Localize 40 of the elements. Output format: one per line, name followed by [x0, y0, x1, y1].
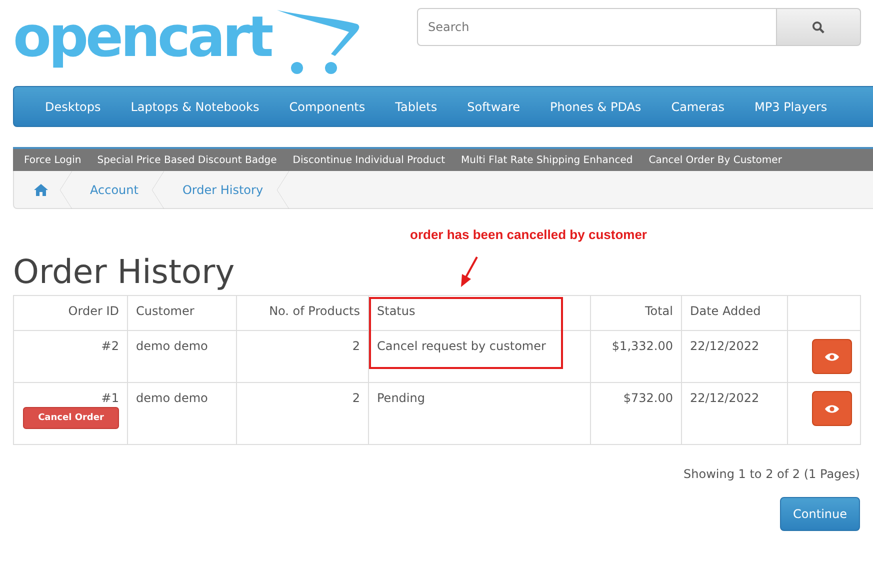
menu-item[interactable]: Software: [452, 100, 536, 114]
column-header: Order ID: [68, 304, 119, 318]
column-header: Date Added: [690, 304, 761, 318]
menu-item[interactable]: MP3 Players: [740, 100, 842, 114]
table-cell: 22/12/2022: [690, 339, 760, 353]
cancel-order-button[interactable]: Cancel Order: [23, 407, 119, 429]
module-link[interactable]: Force Login: [18, 154, 92, 166]
menu-item[interactable]: Phones & PDAs: [535, 100, 656, 114]
order-id: #1: [100, 391, 119, 405]
page-title: Order History: [13, 251, 235, 293]
breadcrumb-link[interactable]: Order History: [164, 182, 278, 196]
continue-button[interactable]: Continue: [780, 497, 860, 531]
status-cell: Cancel request by customer: [377, 339, 546, 353]
table-cell: 2: [352, 391, 360, 405]
search-field[interactable]: Search: [417, 8, 777, 46]
table-cell: demo demo: [136, 339, 208, 353]
module-link[interactable]: Special Price Based Discount Badge: [91, 154, 287, 166]
module-link[interactable]: Multi Flat Rate Shipping Enhanced: [455, 154, 643, 166]
table-cell: demo demo: [136, 391, 208, 405]
module-link[interactable]: Discontinue Individual Product: [286, 154, 455, 166]
column-header: No. of Products: [269, 304, 360, 318]
order-id: #2: [100, 339, 119, 353]
column-header: Status: [377, 304, 416, 318]
module-link[interactable]: Cancel Order By Customer: [642, 154, 792, 166]
table-cell: 2: [352, 339, 360, 353]
column-header: Total: [644, 304, 673, 318]
table-cell: $732.00: [623, 391, 673, 405]
menu-item[interactable]: Desktops: [30, 100, 116, 114]
table-cell: 22/12/2022: [690, 391, 760, 405]
column-header: Customer: [136, 304, 194, 318]
breadcrumb-link[interactable]: Account: [72, 182, 152, 196]
status-cell: Pending: [377, 391, 425, 405]
table-cell: $1,332.00: [612, 339, 673, 353]
menu-item[interactable]: Laptops & Notebooks: [116, 100, 274, 114]
menu-item[interactable]: Cameras: [656, 100, 740, 114]
pagination-text: Showing 1 to 2 of 2 (1 Pages): [684, 467, 860, 481]
logo-text[interactable]: opencart: [13, 6, 271, 70]
menu-item[interactable]: Components: [274, 100, 380, 114]
menu-item[interactable]: Tablets: [380, 100, 452, 114]
annotation-text: order has been cancelled by customer: [410, 227, 647, 242]
